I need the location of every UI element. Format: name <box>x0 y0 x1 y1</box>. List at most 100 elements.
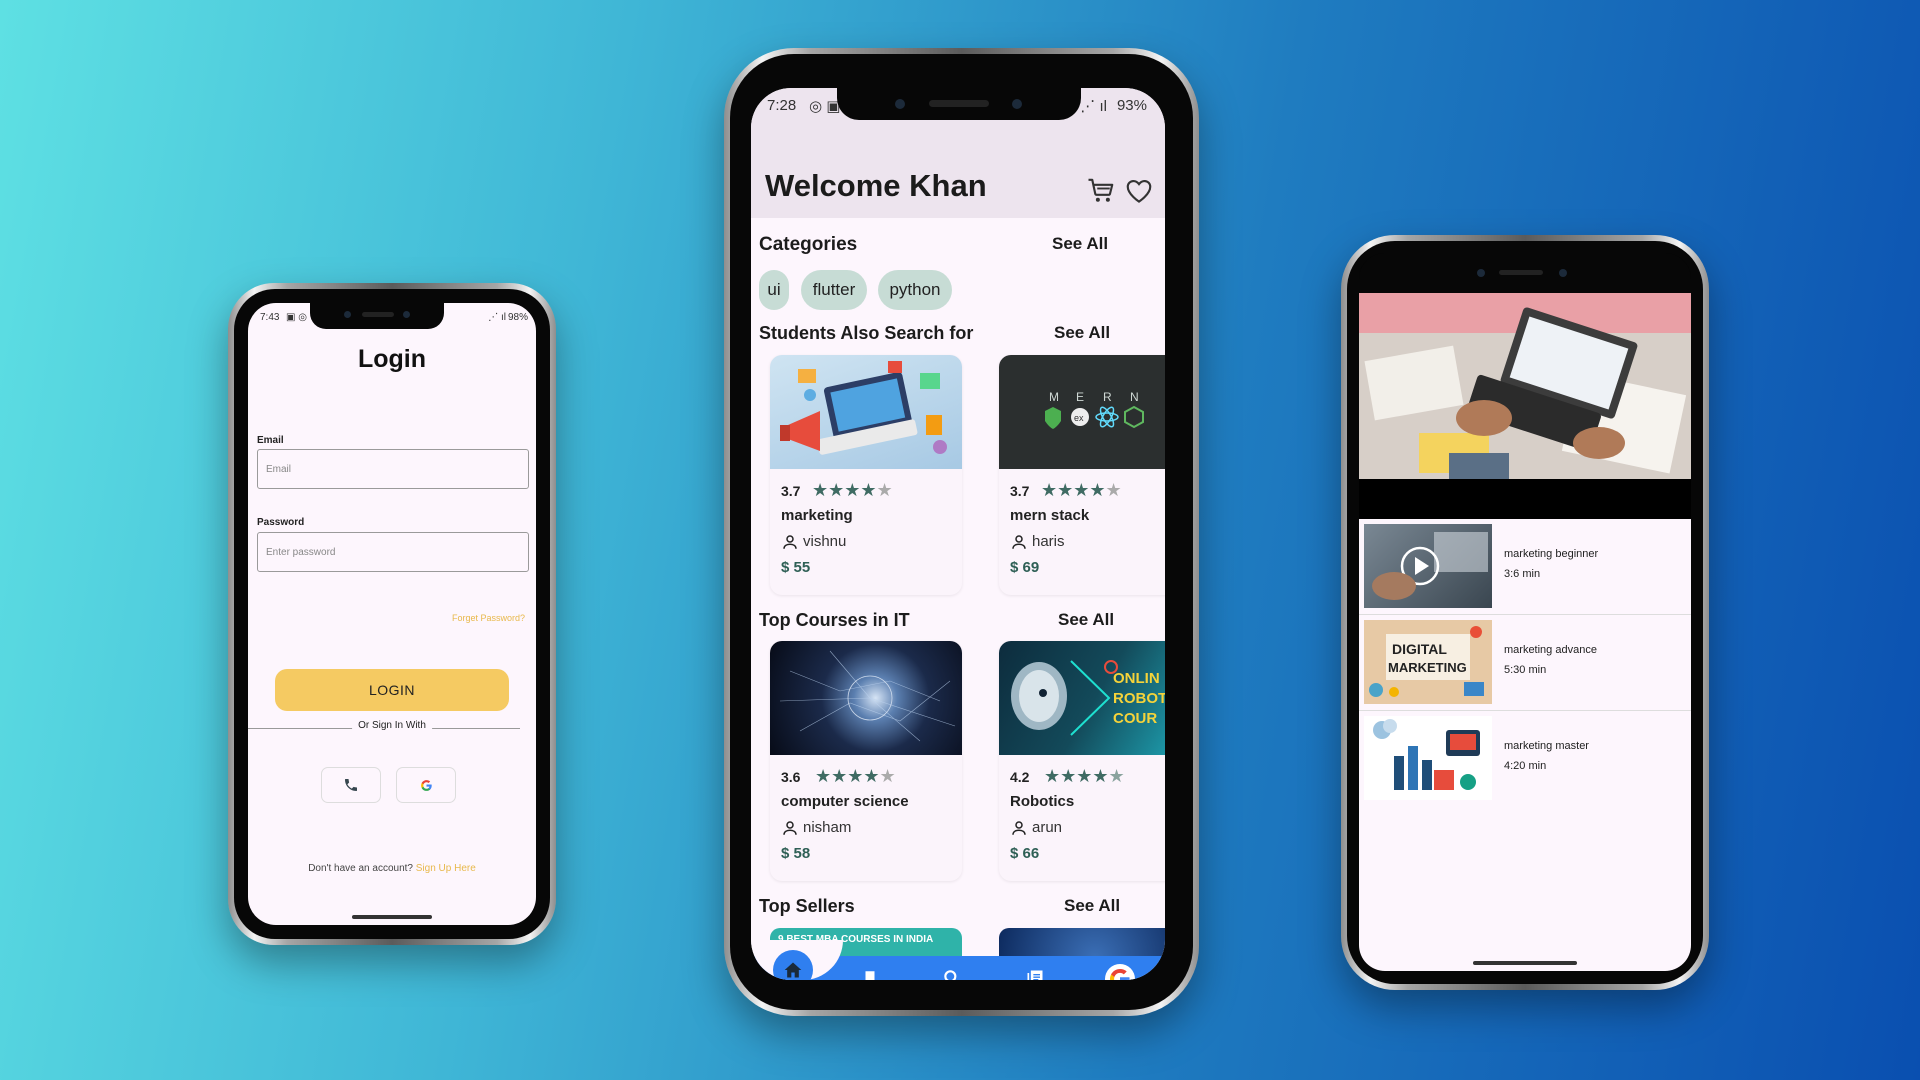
top-courses-it-title: Top Courses in IT <box>759 610 910 630</box>
no-account-text: Don't have an account? <box>308 863 413 874</box>
home-indicator <box>1473 961 1577 965</box>
phone-sign-in-button[interactable] <box>321 767 381 803</box>
video-frame-image <box>1359 293 1691 519</box>
lesson-row[interactable]: marketing master 4:20 min <box>1359 711 1691 807</box>
card-course-name: mern stack <box>1010 507 1090 524</box>
robotics-banner-text: ROBOT <box>1113 690 1165 707</box>
person-icon <box>1012 535 1026 549</box>
svg-text:DIGITAL: DIGITAL <box>1392 641 1447 657</box>
course-card-computer-science[interactable]: 3.6 ★★★★★ computer science nisham $ 58 <box>770 641 962 881</box>
top-sellers-title: Top Sellers <box>759 896 855 916</box>
categories-see-all-button[interactable]: See All <box>1052 234 1108 254</box>
card-course-name: Robotics <box>1010 793 1075 810</box>
signup-row: Don't have an account? Sign Up Here <box>248 863 536 874</box>
robotics-banner-text: COUR <box>1113 710 1157 727</box>
login-button[interactable]: LOGIN <box>275 669 509 711</box>
marketing-illustration <box>770 355 962 469</box>
lesson-title: marketing master <box>1504 740 1589 752</box>
lesson-row[interactable]: DIGITAL MARKETING marketing advance 5:30… <box>1359 615 1691 711</box>
card-course-name: marketing <box>781 507 853 524</box>
mern-stack-image: M E R N ex <box>999 355 1165 469</box>
card-price: $ 66 <box>1010 845 1040 862</box>
course-card-robotics[interactable]: ONLIN ROBOT COUR 4.2 ★★★★★ Robotics arun… <box>999 641 1165 881</box>
search-icon <box>944 970 957 980</box>
nav-courses-button[interactable] <box>1023 966 1047 980</box>
phone-notch <box>310 303 444 329</box>
camera-icon <box>1012 99 1022 109</box>
mern-letter: E <box>1076 390 1084 404</box>
lesson-duration: 5:30 min <box>1504 664 1547 676</box>
lesson-duration: 4:20 min <box>1504 760 1547 772</box>
lesson-duration: 3:6 min <box>1504 568 1541 580</box>
category-chip-python[interactable]: python <box>878 270 952 310</box>
or-divider: Or Sign In With <box>248 720 536 736</box>
card-author: nisham <box>803 819 852 836</box>
home-icon <box>784 962 802 978</box>
camera-icon <box>344 311 351 318</box>
rating-stars: ★★★★★ <box>815 766 896 786</box>
login-screen: 7:43 ▣ ◎ ⋰ ıl 98% Login Email Password F… <box>248 303 536 925</box>
camera-icon <box>403 311 410 318</box>
home-phone-frame: 7:28 ◎ ▣ ⋰ ıl 93% Welcome Khan Categorie… <box>724 48 1199 1016</box>
email-label: Email <box>257 435 284 446</box>
course-phone-frame: marketing beginner 3:6 min DIGITAL MARKE… <box>1341 235 1709 990</box>
phone-icon <box>345 779 357 791</box>
category-chip-flutter[interactable]: flutter <box>801 270 867 310</box>
login-phone-frame: 7:43 ▣ ◎ ⋰ ıl 98% Login Email Password F… <box>228 283 556 945</box>
svg-text:MARKETING: MARKETING <box>1388 660 1467 675</box>
signal-icon: ⋰ ıl <box>488 312 506 323</box>
google-sign-in-button[interactable] <box>396 767 456 803</box>
mern-letter: M <box>1049 390 1059 404</box>
person-icon <box>783 821 797 835</box>
card-course-name: computer science <box>781 793 909 810</box>
top-sellers-see-all-button[interactable]: See All <box>1064 896 1120 916</box>
course-card-mern-stack[interactable]: M E R N ex 3.7 ★★★★★ mern stack haris $ … <box>999 355 1165 595</box>
card-price: $ 55 <box>781 559 811 576</box>
svg-text:ex: ex <box>1074 413 1084 423</box>
status-notification-icons: ◎ ▣ <box>809 98 841 115</box>
heart-icon[interactable] <box>1123 176 1155 206</box>
speaker-grille <box>929 100 989 107</box>
welcome-title: Welcome Khan <box>765 168 987 203</box>
lesson-row[interactable]: marketing beginner 3:6 min <box>1359 519 1691 615</box>
password-field[interactable] <box>257 532 529 572</box>
robotics-banner-text: ONLIN <box>1113 670 1160 687</box>
card-author: haris <box>1032 533 1065 550</box>
top-seller-card[interactable] <box>999 928 1165 958</box>
forgot-password-link[interactable]: Forget Password? <box>452 613 525 623</box>
course-video-player[interactable] <box>1359 293 1691 519</box>
card-rating: 3.6 <box>781 769 801 785</box>
card-author: arun <box>1032 819 1063 836</box>
lesson-thumbnail <box>1364 524 1492 608</box>
robotics-image: ONLIN ROBOT COUR <box>999 641 1165 755</box>
email-field[interactable] <box>257 449 529 489</box>
mern-letter: N <box>1130 390 1139 404</box>
card-rating: 3.7 <box>781 483 801 499</box>
category-chip-ui[interactable]: ui <box>759 270 789 310</box>
or-sign-in-text: Or Sign In With <box>352 720 432 731</box>
card-rating: 4.2 <box>1010 769 1030 785</box>
home-screen: 7:28 ◎ ▣ ⋰ ıl 93% Welcome Khan Categorie… <box>751 88 1165 980</box>
speaker-grille <box>1499 270 1543 275</box>
students-see-all-button[interactable]: See All <box>1054 323 1110 343</box>
lesson-title: marketing beginner <box>1504 548 1599 560</box>
nav-bookmark-button[interactable] <box>858 966 882 980</box>
camera-icon <box>895 99 905 109</box>
top-it-see-all-button[interactable]: See All <box>1058 610 1114 630</box>
status-notification-icons: ▣ ◎ <box>286 312 307 323</box>
signal-icon: ⋰ ıl <box>1080 98 1107 115</box>
sign-up-link[interactable]: Sign Up Here <box>416 863 476 874</box>
nav-google-account-button[interactable] <box>1105 964 1135 980</box>
google-icon <box>1110 969 1130 980</box>
lesson-thumbnail <box>1364 716 1492 800</box>
course-card-marketing[interactable]: 3.7 ★★★★★ marketing vishnu $ 55 <box>770 355 962 595</box>
computer-science-image <box>770 641 962 755</box>
camera-icon <box>1559 269 1567 277</box>
status-time: 7:43 <box>260 312 280 323</box>
nav-search-button[interactable] <box>940 966 964 980</box>
google-icon <box>420 779 432 791</box>
students-search-title: Students Also Search for <box>759 323 974 343</box>
bookmark-icon <box>865 971 875 980</box>
cart-icon[interactable] <box>1086 176 1116 206</box>
person-icon <box>783 535 797 549</box>
